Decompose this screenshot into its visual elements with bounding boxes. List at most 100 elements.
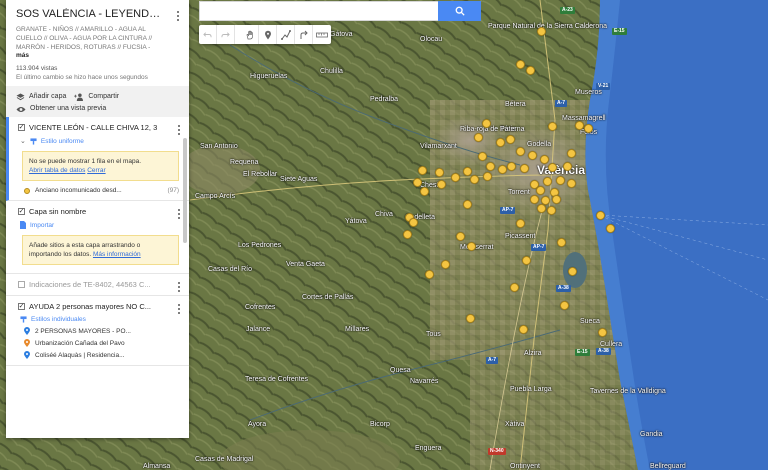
layer-options-menu-icon[interactable] <box>174 304 184 314</box>
legend-item[interactable]: 2 PERSONAS MAYORES - PO... <box>18 323 179 335</box>
layer-title[interactable]: VICENTE LEÓN - CALLE CHIVA 12, 3 <box>29 123 159 132</box>
panel-scrollbar[interactable] <box>183 138 187 243</box>
map-pin[interactable] <box>547 206 556 215</box>
open-data-table-link[interactable]: Abrir tabla de datos <box>29 167 85 174</box>
search-input[interactable] <box>199 1 439 21</box>
map-pin[interactable] <box>537 204 546 213</box>
map-pin[interactable] <box>516 147 525 156</box>
chevron-down-icon[interactable]: ⌄ <box>20 137 26 145</box>
map-pin[interactable] <box>540 155 549 164</box>
layer-options-menu-icon[interactable] <box>174 125 184 135</box>
map-pin[interactable] <box>506 135 515 144</box>
map-pin[interactable] <box>420 187 429 196</box>
layer-style-link[interactable]: ⌄ Estilo uniforme <box>18 137 179 146</box>
map-pin[interactable] <box>520 164 529 173</box>
paint-roller-icon <box>20 316 27 323</box>
layer-visibility-checkbox[interactable] <box>18 303 25 310</box>
map-pin[interactable] <box>456 232 465 241</box>
undo-button[interactable] <box>199 25 217 44</box>
map-pin[interactable] <box>441 260 450 269</box>
map-pin[interactable] <box>507 162 516 171</box>
map-pin[interactable] <box>451 173 460 182</box>
layer-vicente-leon[interactable]: VICENTE LEÓN - CALLE CHIVA 12, 3 ⌄ Estil… <box>6 117 189 201</box>
map-pin[interactable] <box>543 177 552 186</box>
preview-button[interactable]: Obtener una vista previa <box>16 104 106 114</box>
map-pin[interactable] <box>596 211 605 220</box>
map-pin[interactable] <box>467 242 476 251</box>
layer-visibility-checkbox[interactable] <box>18 281 25 288</box>
layer-visibility-checkbox[interactable] <box>18 124 25 131</box>
map-pin[interactable] <box>486 162 495 171</box>
map-pin[interactable] <box>435 168 444 177</box>
map-pin[interactable] <box>552 195 561 204</box>
map-pin[interactable] <box>567 149 576 158</box>
add-marker-button[interactable] <box>259 25 277 44</box>
map-pin[interactable] <box>598 328 607 337</box>
layer-directions[interactable]: Indicaciones de TE-8402, 44563 C... <box>6 274 189 296</box>
add-layer-button[interactable]: Añadir capa <box>16 92 66 102</box>
layer-visibility-checkbox[interactable] <box>18 208 25 215</box>
directions-button[interactable] <box>295 25 313 44</box>
legend-item[interactable]: Anciano incomunicado desd... (97) <box>18 183 179 194</box>
map-pin[interactable] <box>575 121 584 130</box>
more-info-link[interactable]: Más información <box>93 251 141 258</box>
layer-title[interactable]: Indicaciones de TE-8402, 44563 C... <box>29 280 159 289</box>
layer-options-menu-icon[interactable] <box>174 282 184 292</box>
layer-ayuda[interactable]: AYUDA 2 personas mayores NO C... Estilos… <box>6 296 189 366</box>
map-pin[interactable] <box>548 163 557 172</box>
map-pin[interactable] <box>463 200 472 209</box>
map-pin[interactable] <box>409 218 418 227</box>
map-pin[interactable] <box>516 60 525 69</box>
map-pin[interactable] <box>482 119 491 128</box>
map-pin[interactable] <box>425 270 434 279</box>
map-options-menu-icon[interactable] <box>173 11 183 21</box>
map-pin[interactable] <box>548 122 557 131</box>
map-pin[interactable] <box>437 180 446 189</box>
map-title[interactable]: SOS VALÈNCIA - LEYENDA EN DE... <box>16 8 166 20</box>
map-place-label: Massamagrell <box>562 115 606 122</box>
map-pin[interactable] <box>466 314 475 323</box>
map-pin[interactable] <box>530 195 539 204</box>
map-pin[interactable] <box>413 178 422 187</box>
map-pin[interactable] <box>557 238 566 247</box>
map-pin[interactable] <box>560 301 569 310</box>
map-pin[interactable] <box>536 186 545 195</box>
map-pin[interactable] <box>478 152 487 161</box>
map-pin[interactable] <box>418 166 427 175</box>
layer-title[interactable]: AYUDA 2 personas mayores NO C... <box>29 302 159 311</box>
map-pin[interactable] <box>606 224 615 233</box>
more-link[interactable]: más <box>16 52 179 59</box>
pan-hand-button[interactable] <box>241 25 259 44</box>
map-pin[interactable] <box>563 162 572 171</box>
map-pin[interactable] <box>483 172 492 181</box>
map-pin[interactable] <box>403 230 412 239</box>
legend-item[interactable]: Coliséé Alaquàs | Residencia... <box>18 347 179 359</box>
map-pin[interactable] <box>496 138 505 147</box>
map-pin[interactable] <box>568 267 577 276</box>
map-pin[interactable] <box>567 179 576 188</box>
map-pin[interactable] <box>474 133 483 142</box>
map-pin[interactable] <box>526 66 535 75</box>
layer-unnamed[interactable]: Capa sin nombre Importar Añade sitios a … <box>6 201 189 274</box>
map-pin[interactable] <box>537 27 546 36</box>
measure-button[interactable] <box>313 25 331 44</box>
search-button[interactable] <box>438 1 481 21</box>
map-pin[interactable] <box>498 165 507 174</box>
map-pin[interactable] <box>463 167 472 176</box>
import-link[interactable]: Importar <box>18 221 179 229</box>
map-pin[interactable] <box>584 124 593 133</box>
map-pin[interactable] <box>516 219 525 228</box>
layer-title[interactable]: Capa sin nombre <box>29 207 159 216</box>
legend-item[interactable]: Urbanización Cañada del Pavo <box>18 335 179 347</box>
draw-line-button[interactable] <box>277 25 295 44</box>
close-warning-link[interactable]: Cerrar <box>87 167 105 174</box>
map-pin[interactable] <box>528 151 537 160</box>
map-pin[interactable] <box>510 283 519 292</box>
layer-style-link[interactable]: Estilos individuales <box>18 316 179 323</box>
map-pin[interactable] <box>522 256 531 265</box>
map-pin[interactable] <box>470 175 479 184</box>
redo-button[interactable] <box>217 25 235 44</box>
map-pin[interactable] <box>519 325 528 334</box>
share-button[interactable]: Compartir <box>74 92 119 102</box>
map-pin[interactable] <box>556 176 565 185</box>
